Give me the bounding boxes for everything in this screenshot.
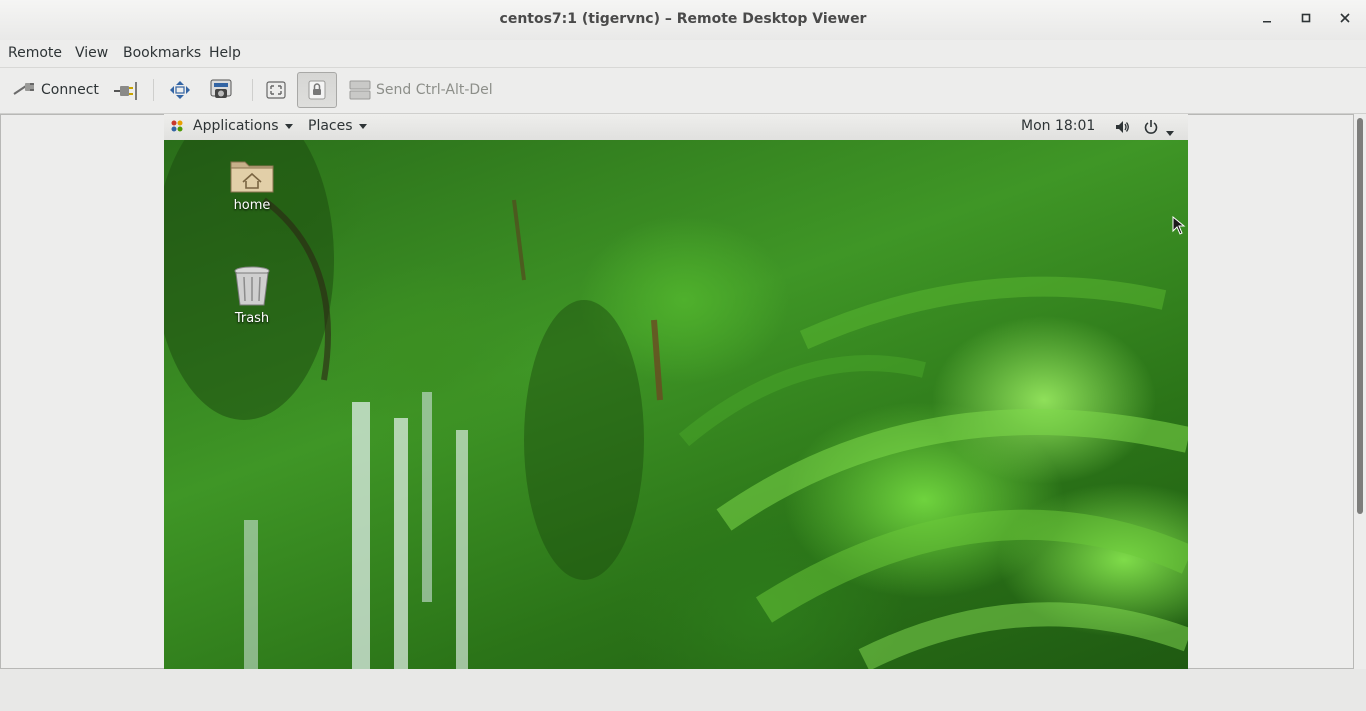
- gnome-top-panel: Applications Places Mon 18:01: [164, 114, 1188, 141]
- applications-menu[interactable]: Applications: [193, 118, 293, 134]
- trash-label: Trash: [234, 311, 270, 326]
- desktop-wallpaper: home Trash: [164, 140, 1188, 669]
- disconnect-button[interactable]: [112, 80, 138, 102]
- keyboard-grab-toggle[interactable]: [297, 72, 337, 108]
- menu-help[interactable]: Help: [209, 45, 241, 61]
- plug-disconnect-icon: [114, 82, 137, 100]
- move-arrows-icon: [170, 81, 190, 99]
- places-label: Places: [308, 118, 353, 134]
- menu-remote[interactable]: Remote: [8, 45, 62, 61]
- desktop-icon-trash[interactable]: Trash: [212, 265, 292, 326]
- power-icon[interactable]: [1143, 119, 1159, 139]
- keyboard-icon: [349, 79, 371, 101]
- mouse-pointer-icon: [1172, 216, 1186, 235]
- menu-bookmarks[interactable]: Bookmarks: [123, 45, 201, 61]
- chevron-down-icon: [358, 123, 367, 129]
- maximize-icon[interactable]: [1294, 10, 1318, 30]
- places-menu[interactable]: Places: [308, 118, 367, 134]
- close-icon[interactable]: [1333, 10, 1357, 30]
- minimize-icon[interactable]: [1255, 10, 1279, 30]
- window-title: centos7:1 (tigervnc) – Remote Desktop Vi…: [499, 11, 867, 27]
- volume-icon[interactable]: [1114, 119, 1130, 139]
- toolbar: Connect Send Ctrl-Alt-Del: [0, 68, 1366, 114]
- screenshot-button[interactable]: [209, 78, 233, 102]
- send-ctrl-alt-del-label: Send Ctrl-Alt-Del: [376, 82, 493, 98]
- menu-view[interactable]: View: [75, 45, 108, 61]
- home-label: home: [233, 198, 271, 213]
- applications-label: Applications: [193, 118, 279, 134]
- connect-label: Connect: [41, 82, 99, 98]
- connect-button[interactable]: Connect: [12, 80, 99, 100]
- status-bar: [0, 669, 1366, 711]
- forest-wallpaper-image: [164, 140, 1188, 669]
- chevron-down-icon: [1166, 130, 1174, 136]
- lock-icon: [308, 80, 326, 100]
- scrollbar-thumb[interactable]: [1357, 118, 1363, 514]
- send-ctrl-alt-del-button[interactable]: Send Ctrl-Alt-Del: [349, 79, 493, 101]
- panel-clock[interactable]: Mon 18:01: [1021, 118, 1095, 134]
- title-bar: centos7:1 (tigervnc) – Remote Desktop Vi…: [0, 0, 1366, 40]
- chevron-down-icon: [284, 123, 293, 129]
- desktop-icon-home[interactable]: home: [212, 154, 292, 213]
- scaling-button[interactable]: [265, 80, 287, 100]
- toolbar-separator: [252, 79, 253, 101]
- menu-bar: Remote View Bookmarks Help: [0, 40, 1366, 68]
- scaling-icon: [266, 81, 286, 99]
- home-folder-icon: [230, 161, 274, 193]
- system-menu-caret[interactable]: [1166, 125, 1174, 141]
- fullscreen-button[interactable]: [168, 79, 192, 101]
- toolbar-separator: [153, 79, 154, 101]
- remote-desktop[interactable]: Applications Places Mon 18:01 home Trash: [164, 114, 1188, 669]
- plug-connect-icon: [12, 80, 36, 100]
- gnome-foot-icon: [170, 119, 184, 137]
- trash-icon: [234, 266, 270, 306]
- camera-screenshot-icon: [210, 79, 232, 98]
- vertical-scrollbar[interactable]: [1354, 114, 1366, 669]
